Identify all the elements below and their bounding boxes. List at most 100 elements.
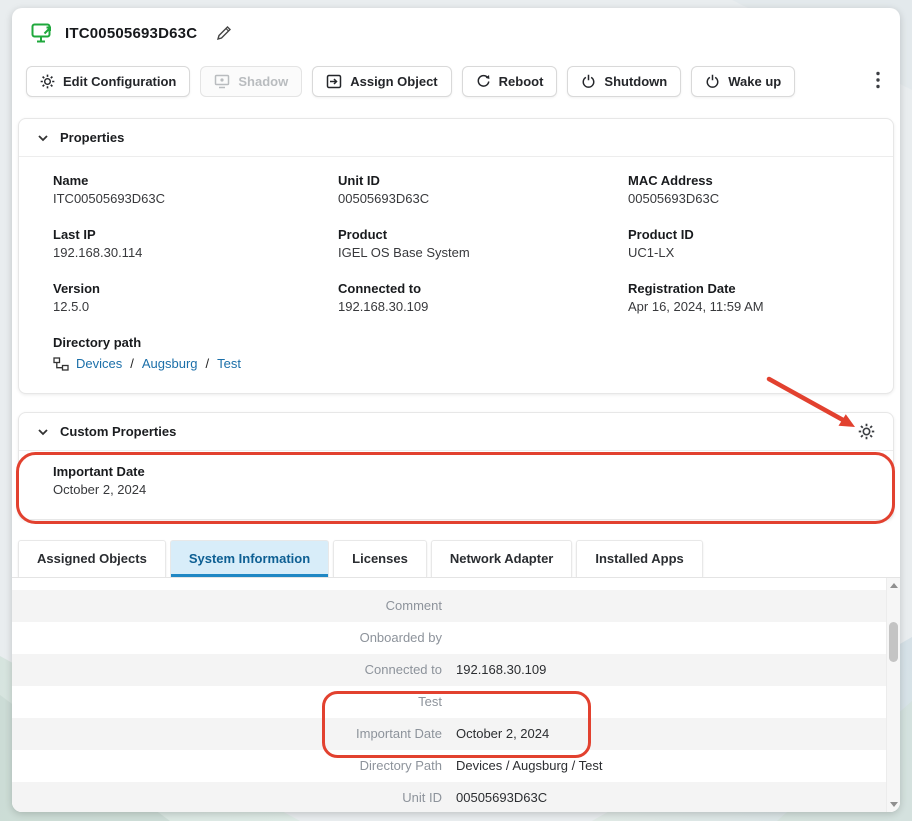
- field-value: ITC00505693D63C: [53, 191, 338, 206]
- property-field-registration-date: Registration Date Apr 16, 2024, 11:59 AM: [628, 281, 859, 317]
- custom-properties-body: Important Date October 2, 2024: [19, 451, 893, 500]
- kebab-icon: [876, 71, 880, 89]
- button-label: Assign Object: [350, 74, 437, 89]
- field-label: Product ID: [628, 227, 859, 242]
- property-field-unit-id: Unit ID 00505693D63C: [338, 173, 628, 209]
- breadcrumb-link-devices[interactable]: Devices: [76, 356, 122, 371]
- wake-up-button[interactable]: Wake up: [691, 66, 795, 97]
- tab-network-adapter[interactable]: Network Adapter: [431, 540, 573, 577]
- chevron-down-icon[interactable]: [35, 426, 51, 438]
- power-icon: [581, 74, 596, 89]
- property-field-connected-to: Connected to 192.168.30.109: [338, 281, 628, 317]
- field-label: Last IP: [53, 227, 338, 242]
- vertical-scrollbar[interactable]: [886, 578, 900, 812]
- shadow-button: Shadow: [200, 66, 302, 97]
- page-title: ITC00505693D63C: [65, 25, 197, 42]
- table-row: Test: [12, 686, 886, 718]
- table-row: Important Date October 2, 2024: [12, 718, 886, 750]
- field-label: Important Date: [53, 464, 859, 479]
- row-label: Serial Number: [12, 577, 442, 582]
- edit-configuration-button[interactable]: Edit Configuration: [26, 66, 190, 97]
- button-label: Reboot: [499, 74, 544, 89]
- button-label: Wake up: [728, 74, 781, 89]
- field-label: Registration Date: [628, 281, 859, 296]
- properties-panel: Properties Name ITC00505693D63C Unit ID …: [18, 118, 894, 394]
- chevron-down-icon[interactable]: [35, 132, 51, 144]
- breadcrumb-link-test[interactable]: Test: [217, 356, 241, 371]
- breadcrumb-link-augsburg[interactable]: Augsburg: [142, 356, 198, 371]
- scroll-down-arrow[interactable]: [890, 802, 898, 807]
- custom-property-important-date: Important Date October 2, 2024: [53, 464, 859, 500]
- table-body: Serial Number Comment Onboarded by Conne…: [12, 577, 886, 812]
- row-value: 192.168.30.109: [442, 662, 546, 677]
- property-field-product: Product IGEL OS Base System: [338, 227, 628, 263]
- properties-panel-header: Properties: [19, 119, 893, 157]
- button-label: Shadow: [238, 74, 288, 89]
- property-field-name: Name ITC00505693D63C: [53, 173, 338, 209]
- button-label: Edit Configuration: [63, 74, 176, 89]
- row-value: October 2, 2024: [442, 726, 549, 741]
- field-label: MAC Address: [628, 173, 859, 188]
- device-detail-card: ITC00505693D63C Edit Configuration Shado…: [12, 8, 900, 812]
- assign-object-icon: [326, 74, 342, 89]
- tab-assigned-objects[interactable]: Assigned Objects: [18, 540, 166, 577]
- reboot-button[interactable]: Reboot: [462, 66, 558, 97]
- edit-name-button[interactable]: [214, 23, 234, 43]
- custom-properties-panel: Custom Properties Important Date October…: [18, 412, 894, 519]
- row-label: Comment: [12, 598, 442, 613]
- breadcrumb-separator: /: [205, 356, 211, 371]
- field-label: Product: [338, 227, 628, 242]
- shutdown-button[interactable]: Shutdown: [567, 66, 681, 97]
- tab-installed-apps[interactable]: Installed Apps: [576, 540, 702, 577]
- property-field-version: Version 12.5.0: [53, 281, 338, 317]
- field-label: Connected to: [338, 281, 628, 296]
- field-value: UC1-LX: [628, 245, 859, 260]
- property-field-directory-path: Directory path Devices / Augsburg / Test: [53, 335, 859, 371]
- field-label: Unit ID: [338, 173, 628, 188]
- shadow-icon: [214, 74, 230, 89]
- system-information-table: Serial Number Comment Onboarded by Conne…: [12, 577, 900, 812]
- detail-tabs: Assigned Objects System Information Lice…: [18, 540, 894, 577]
- field-label: Name: [53, 173, 338, 188]
- power-icon: [705, 74, 720, 89]
- tab-system-information[interactable]: System Information: [170, 540, 329, 577]
- reboot-icon: [476, 74, 491, 89]
- row-label: Connected to: [12, 662, 442, 677]
- gear-icon: [858, 423, 875, 440]
- property-field-product-id: Product ID UC1-LX: [628, 227, 859, 263]
- custom-properties-panel-title: Custom Properties: [60, 424, 176, 439]
- breadcrumb: Devices / Augsburg / Test: [53, 356, 859, 371]
- custom-properties-panel-header: Custom Properties: [19, 413, 893, 451]
- field-value: 00505693D63C: [628, 191, 859, 206]
- table-row: Comment: [12, 590, 886, 622]
- property-field-last-ip: Last IP 192.168.30.114: [53, 227, 338, 263]
- row-label: Onboarded by: [12, 630, 442, 645]
- property-field-mac-address: MAC Address 00505693D63C: [628, 173, 859, 209]
- assign-object-button[interactable]: Assign Object: [312, 66, 451, 97]
- table-row: Connected to 192.168.30.109: [12, 654, 886, 686]
- tab-licenses[interactable]: Licenses: [333, 540, 427, 577]
- row-value: Devices / Augsburg / Test: [442, 758, 602, 773]
- table-row: Onboarded by: [12, 622, 886, 654]
- pencil-icon: [216, 25, 232, 41]
- device-icon: [30, 21, 54, 45]
- row-label: Directory Path: [12, 758, 442, 773]
- field-value: IGEL OS Base System: [338, 245, 628, 260]
- action-toolbar: Edit Configuration Shadow Assign Object …: [12, 58, 900, 104]
- gear-icon: [40, 74, 55, 89]
- scrollbar-thumb[interactable]: [889, 622, 898, 662]
- table-row: Unit ID 00505693D63C: [12, 782, 886, 812]
- button-label: Shutdown: [604, 74, 667, 89]
- field-value: 192.168.30.109: [338, 299, 628, 314]
- properties-panel-title: Properties: [60, 130, 124, 145]
- more-actions-button[interactable]: [870, 67, 886, 96]
- table-row: Directory Path Devices / Augsburg / Test: [12, 750, 886, 782]
- field-value: 12.5.0: [53, 299, 338, 314]
- field-label: Directory path: [53, 335, 859, 350]
- scroll-up-arrow[interactable]: [890, 583, 898, 588]
- properties-grid: Name ITC00505693D63C Unit ID 00505693D63…: [19, 157, 893, 371]
- field-label: Version: [53, 281, 338, 296]
- row-label: Test: [12, 694, 442, 709]
- custom-properties-settings-button[interactable]: [856, 421, 877, 442]
- page-header: ITC00505693D63C: [12, 8, 900, 58]
